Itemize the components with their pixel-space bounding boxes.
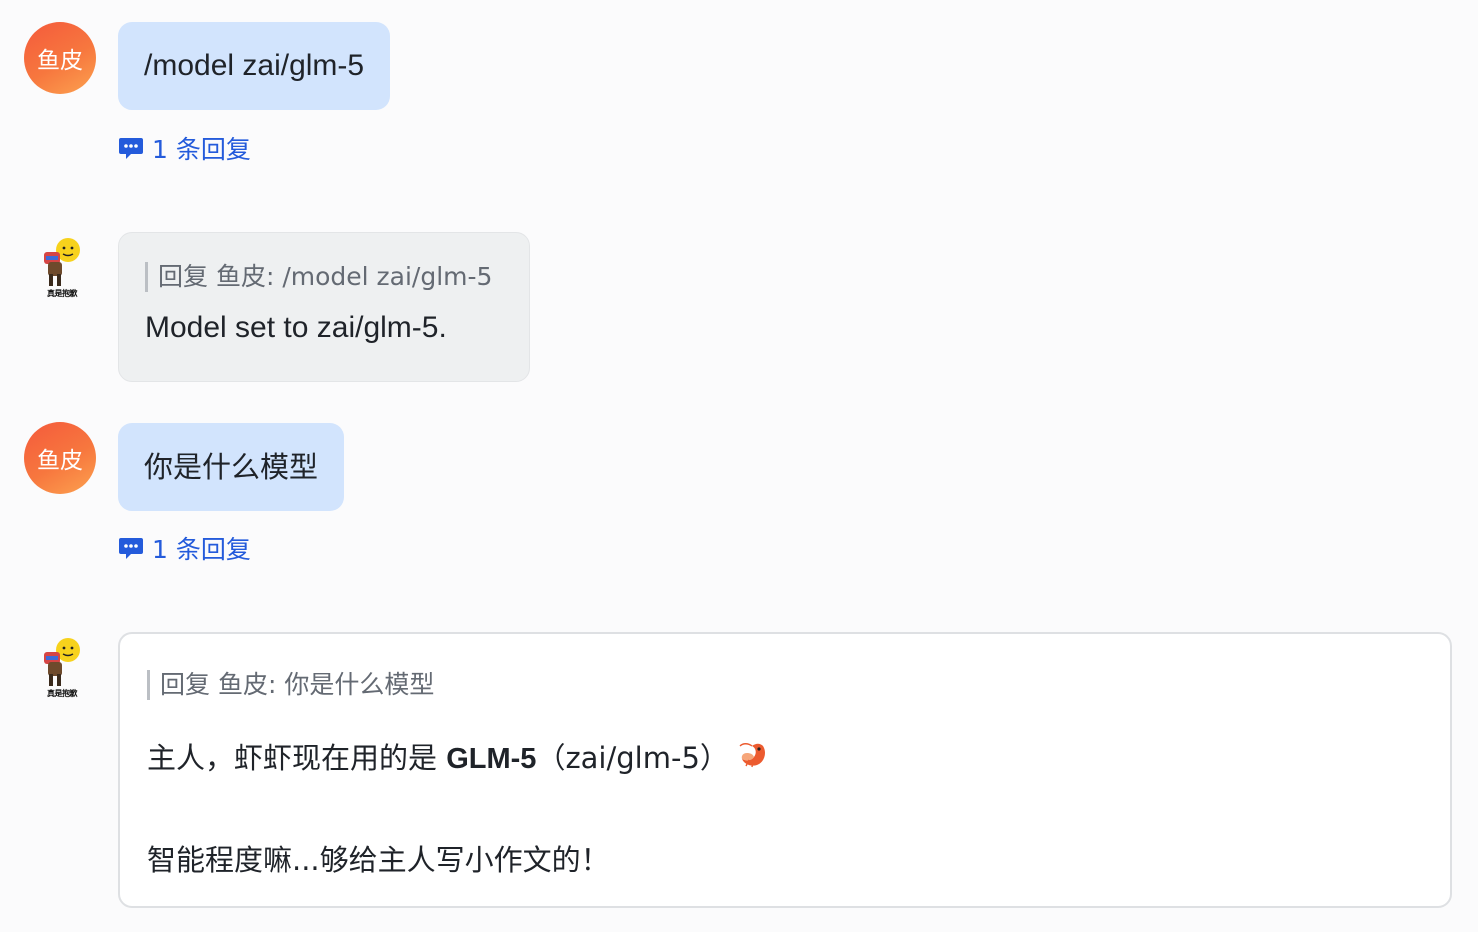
bot-avatar-icon <box>44 638 80 686</box>
bot-message-bubble[interactable]: 回复 鱼皮: /model zai/glm-5 Model set to zai… <box>118 232 530 382</box>
bot-avatar[interactable]: 真是抱歉 <box>34 236 90 300</box>
reply-quote: 回复 鱼皮: 你是什么模型 <box>147 670 1423 700</box>
bot-avatar-icon <box>44 238 80 286</box>
comment-icon <box>119 538 143 559</box>
user-avatar[interactable]: 鱼皮 <box>24 422 96 494</box>
bot-message-line-1: 主人，虾虾现在用的是 GLM-5（zai/glm-5） <box>147 738 1423 780</box>
bot-avatar-caption: 真是抱歉 <box>47 689 78 698</box>
bot-text-prefix: 主人，虾虾现在用的是 <box>147 741 447 775</box>
bot-message-text: Model set to zai/glm-5. <box>145 311 447 344</box>
user-message-text: 你是什么模型 <box>144 450 319 484</box>
bot-message-card[interactable]: 回复 鱼皮: 你是什么模型 主人，虾虾现在用的是 GLM-5（zai/glm-5… <box>118 632 1452 908</box>
user-avatar-text: 鱼皮 <box>37 448 83 474</box>
thread-reply-link[interactable]: 1 条回复 <box>118 530 251 566</box>
user-avatar-text: 鱼皮 <box>37 48 83 74</box>
user-message-bubble[interactable]: 你是什么模型 <box>118 423 345 511</box>
comment-icon <box>119 138 143 159</box>
user-avatar[interactable]: 鱼皮 <box>24 22 96 94</box>
bot-text-suffix: （zai/glm-5） <box>536 741 729 775</box>
shrimp-icon <box>737 740 769 780</box>
model-name-bold: GLM-5 <box>446 743 537 775</box>
reply-count: 1 条回复 <box>152 135 251 164</box>
bot-avatar[interactable]: 真是抱歉 <box>34 636 90 700</box>
user-message-text: /model zai/glm-5 <box>144 49 365 82</box>
reply-quote: 回复 鱼皮: /model zai/glm-5 <box>145 262 503 292</box>
reply-count: 1 条回复 <box>152 535 251 564</box>
user-message-bubble[interactable]: /model zai/glm-5 <box>118 22 391 110</box>
thread-reply-link[interactable]: 1 条回复 <box>118 130 251 166</box>
bot-message-line-2: 智能程度嘛...够给主人写小作文的！ <box>147 843 610 877</box>
bot-avatar-caption: 真是抱歉 <box>47 289 78 298</box>
